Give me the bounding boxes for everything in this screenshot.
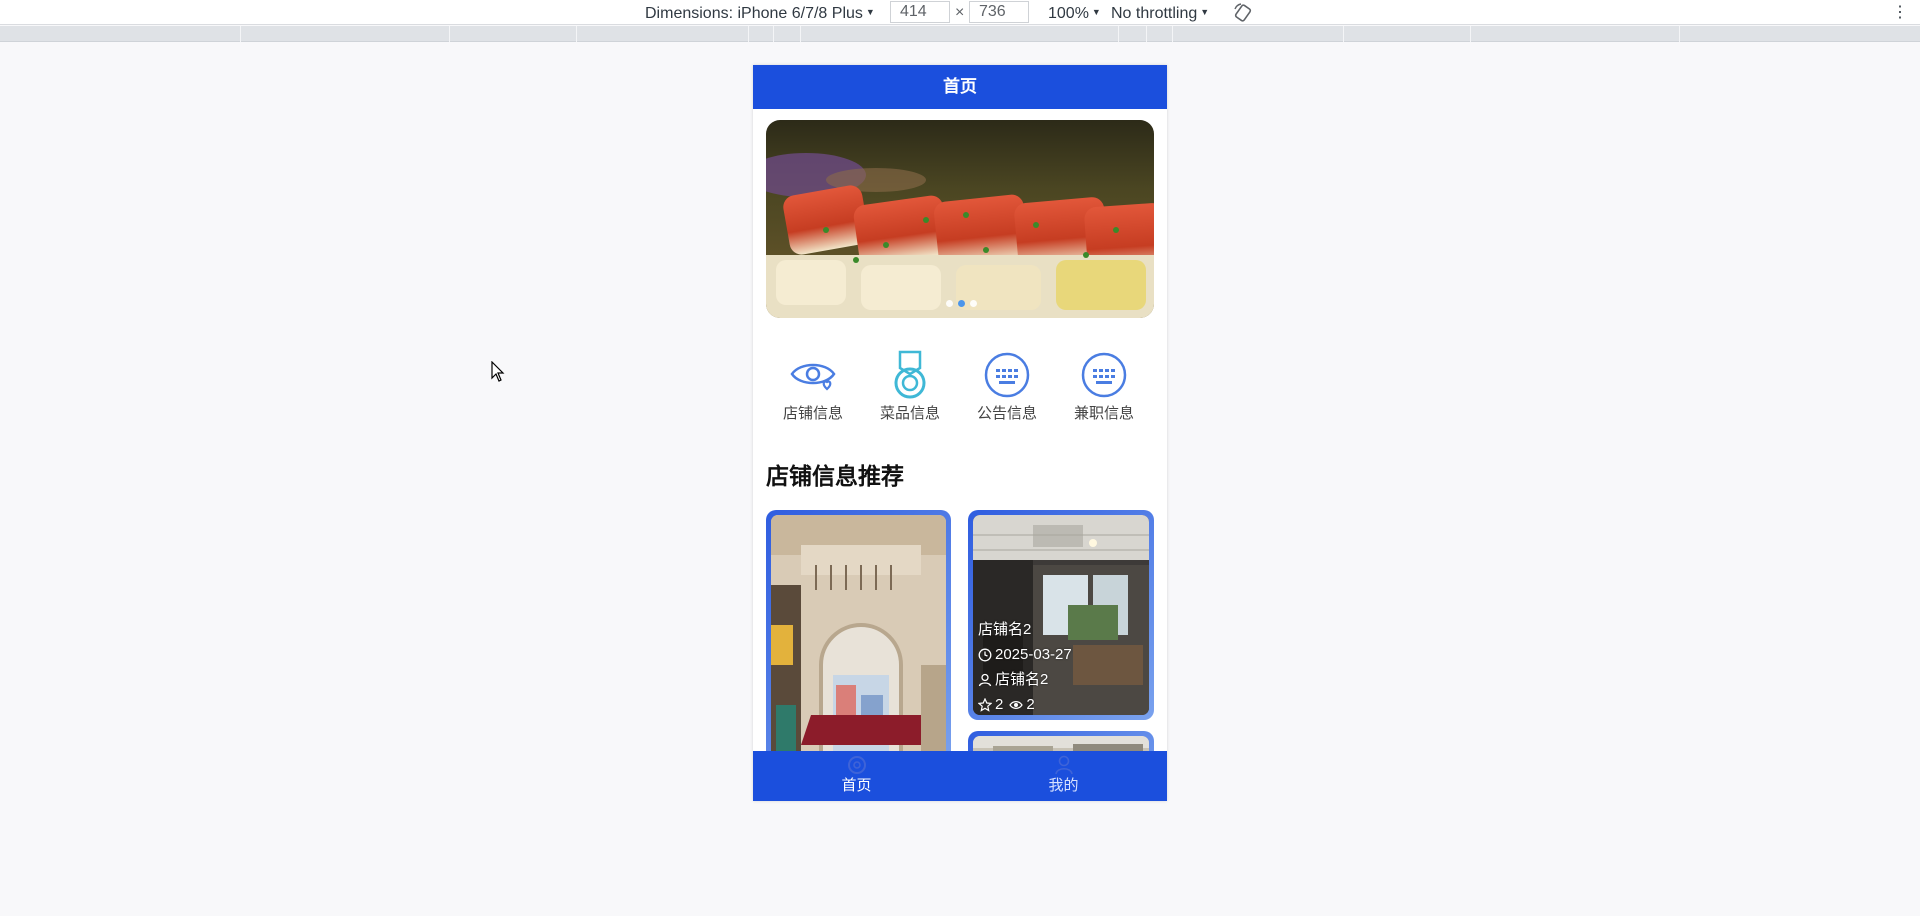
- shortcut-shop-info[interactable]: 店铺信息: [773, 350, 853, 423]
- caret-down-icon: ▼: [1200, 7, 1210, 17]
- shortcut-label: 菜品信息: [879, 405, 940, 422]
- mouse-cursor-icon: [491, 360, 505, 383]
- device-dimensions-label: Dimensions: iPhone 6/7/8 Plus: [645, 5, 863, 22]
- device-dimensions-dropdown[interactable]: Dimensions: iPhone 6/7/8 Plus ▼: [645, 0, 875, 25]
- shop-stars: 2: [995, 696, 1004, 713]
- tab-label: 首页: [841, 777, 872, 794]
- shop-card-info: 店铺名2 2025-03-27 店铺名2 2 2: [978, 617, 1072, 715]
- shop-date-row: 2025-03-27: [978, 642, 1072, 667]
- shop-date: 2025-03-27: [995, 646, 1072, 663]
- carousel-dot[interactable]: [970, 300, 977, 307]
- throttling-dropdown[interactable]: No throttling ▼: [1111, 0, 1209, 25]
- more-vertical-icon[interactable]: ⋮: [1892, 0, 1908, 25]
- medal-icon: [894, 350, 926, 399]
- tab-label: 我的: [1048, 777, 1079, 794]
- shortcut-grid: 店铺信息 菜品信息 公告信息 兼职信息: [766, 350, 1154, 430]
- banner-image: [766, 120, 1154, 318]
- page-title: 首页: [753, 65, 1167, 109]
- shortcut-job-info[interactable]: 兼职信息: [1064, 350, 1144, 423]
- keyboard-icon: [1081, 352, 1127, 398]
- home-icon: [847, 756, 866, 774]
- carousel-dot[interactable]: [946, 300, 953, 307]
- throttling-label: No throttling: [1111, 5, 1198, 22]
- rotate-icon[interactable]: [1233, 3, 1253, 22]
- user-icon: [978, 673, 992, 686]
- shop-name: 店铺名2: [978, 621, 1032, 638]
- dimension-separator: ×: [955, 4, 965, 21]
- zoom-label: 100%: [1048, 5, 1089, 22]
- carousel-dot-active[interactable]: [958, 300, 965, 307]
- shortcut-label: 店铺信息: [782, 405, 843, 422]
- star-icon: [978, 697, 992, 712]
- viewport-width-input[interactable]: 414: [890, 1, 950, 23]
- devtools-device-toolbar: Dimensions: iPhone 6/7/8 Plus ▼ 414 × 736…: [0, 0, 1920, 25]
- tab-home[interactable]: 首页: [753, 751, 960, 801]
- shortcut-notice-info[interactable]: 公告信息: [967, 350, 1047, 423]
- mobile-viewport: 首页 店铺信息 菜品信息 公告信息 兼职信息 店铺信息推荐 店铺名2 2025-…: [753, 65, 1167, 801]
- caret-down-icon: ▼: [865, 7, 875, 17]
- bottom-tab-bar: 首页 我的: [753, 751, 1167, 801]
- user-icon: [1054, 755, 1073, 775]
- shop-views: 2: [1026, 696, 1035, 713]
- media-query-ruler[interactable]: [0, 26, 1920, 42]
- shortcut-label: 兼职信息: [1073, 405, 1134, 422]
- clock-icon: [978, 648, 992, 661]
- keyboard-icon: [984, 352, 1030, 398]
- shop-image: 店铺名2 2025-03-27 店铺名2 2 2: [973, 515, 1149, 715]
- shop-image: [771, 515, 946, 765]
- shop-card[interactable]: 店铺名2 2025-03-27 店铺名2 2 2: [968, 510, 1154, 720]
- shop-card[interactable]: [766, 510, 951, 770]
- eye-heart-icon: [790, 363, 836, 391]
- shortcut-dish-info[interactable]: 菜品信息: [870, 350, 950, 423]
- zoom-dropdown[interactable]: 100% ▼: [1048, 0, 1101, 25]
- eye-icon: [1009, 700, 1024, 709]
- shortcut-label: 公告信息: [976, 405, 1037, 422]
- tab-mine[interactable]: 我的: [960, 751, 1167, 801]
- banner-carousel[interactable]: [766, 120, 1154, 318]
- carousel-indicator[interactable]: [946, 292, 982, 307]
- caret-down-icon: ▼: [1091, 7, 1101, 17]
- shop-stats-row: 2 2: [978, 692, 1072, 715]
- viewport-height-input[interactable]: 736: [969, 1, 1029, 23]
- shop-owner-row: 店铺名2: [978, 667, 1072, 692]
- section-title: 店铺信息推荐: [766, 463, 904, 489]
- shop-owner: 店铺名2: [995, 671, 1049, 688]
